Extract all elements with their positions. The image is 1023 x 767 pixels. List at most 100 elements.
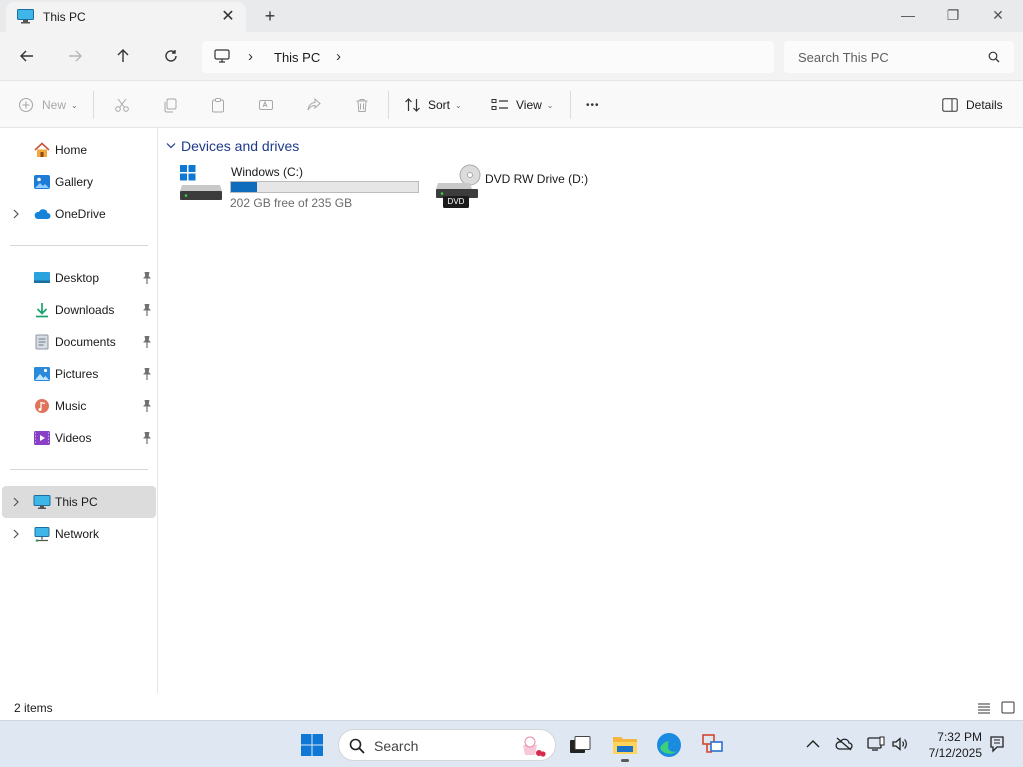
sidebar-item-onedrive[interactable]: OneDrive [2, 198, 156, 230]
taskbar-search[interactable]: Search [338, 729, 556, 761]
sort-button[interactable]: Sort ⌄ [404, 93, 462, 117]
pictures-icon [34, 367, 50, 381]
copy-button[interactable] [162, 93, 178, 117]
tab-this-pc[interactable]: This PC ✕ [6, 2, 246, 32]
toolbar-divider [388, 91, 389, 119]
sidebar-item-videos[interactable]: Videos [2, 422, 156, 454]
sidebar-item-desktop[interactable]: Desktop [2, 262, 156, 294]
sidebar-item-label: Downloads [55, 303, 115, 317]
new-label: New [42, 98, 67, 112]
status-bar: 2 items [0, 693, 1023, 720]
clock-time[interactable]: 7:32 PM [930, 730, 982, 744]
search-input[interactable]: Search This PC [798, 50, 889, 65]
trash-icon [356, 99, 368, 112]
close-tab-icon[interactable]: ✕ [218, 7, 238, 27]
view-button[interactable]: View ⌄ [491, 93, 554, 117]
maximize-button[interactable]: ❐ [935, 4, 971, 26]
taskbar-search-input[interactable]: Search [374, 738, 418, 754]
videos-icon [34, 431, 50, 445]
sidebar-item-music[interactable]: Music [2, 390, 156, 422]
drive-item-d[interactable]: DVD DVD RW Drive (D:) [433, 164, 593, 210]
command-bar: New ⌄ Sort ⌄ View ⌄ ••• Details [0, 80, 1023, 128]
address-bar[interactable]: › This PC › [202, 41, 774, 73]
delete-button[interactable] [354, 93, 370, 117]
details-button[interactable]: Details [942, 93, 1003, 117]
onedrive-status-icon[interactable] [835, 735, 853, 753]
minimize-button[interactable]: — [890, 4, 926, 26]
sidebar-item-pictures[interactable]: Pictures [2, 358, 156, 390]
back-button[interactable] [13, 42, 41, 70]
sidebar-item-home[interactable]: Home [2, 134, 156, 166]
rename-button[interactable] [258, 93, 274, 117]
tab-title: This PC [43, 10, 86, 24]
running-indicator [621, 759, 629, 762]
copy-icon [164, 98, 177, 113]
documents-icon [35, 334, 49, 350]
file-explorer-taskbar-button[interactable] [609, 729, 641, 762]
chevron-right-icon[interactable] [11, 208, 21, 220]
close-window-button[interactable]: ✕ [980, 4, 1016, 26]
large-icons-view-icon[interactable] [1001, 701, 1015, 714]
group-header-devices-and-drives[interactable]: Devices and drives [181, 138, 299, 154]
sidebar-item-downloads[interactable]: Downloads [2, 294, 156, 326]
gallery-icon [34, 175, 50, 189]
view-icon [491, 99, 508, 110]
search-box[interactable]: Search This PC [784, 41, 1014, 73]
item-count: 2 items [14, 701, 53, 715]
sidebar-item-label: Desktop [55, 271, 100, 285]
cut-button[interactable] [114, 93, 130, 117]
sidebar-item-label: Network [55, 527, 100, 541]
clock-date[interactable]: 7/12/2025 [918, 746, 982, 760]
sidebar-item-network[interactable]: Network [2, 518, 156, 550]
volume-icon[interactable] [891, 735, 909, 753]
sidebar-item-label: Gallery [55, 175, 94, 189]
sidebar-item-label: Documents [55, 335, 116, 349]
pin-icon[interactable] [141, 399, 153, 413]
onedrive-icon [34, 209, 51, 219]
chevron-down-icon: ⌄ [71, 100, 78, 110]
chevron-down-icon: ⌄ [546, 100, 554, 110]
share-button[interactable] [306, 93, 322, 117]
breadcrumb-chevron-icon[interactable]: › [336, 48, 341, 65]
refresh-button[interactable] [157, 42, 185, 70]
sidebar-divider [10, 469, 148, 470]
chevron-right-icon[interactable] [11, 528, 21, 540]
windows-logo-icon [301, 734, 323, 756]
sidebar-item-gallery[interactable]: Gallery [2, 166, 156, 198]
chevron-right-icon[interactable] [11, 496, 21, 508]
app-taskbar-button[interactable] [697, 729, 729, 761]
network-status-icon[interactable] [867, 735, 885, 753]
computer-icon [214, 49, 230, 63]
clipboard-icon [212, 98, 224, 113]
new-button[interactable]: New ⌄ [18, 93, 78, 117]
up-button[interactable] [109, 42, 137, 70]
sidebar-item-this-pc[interactable]: This PC [2, 486, 156, 518]
sidebar-divider [10, 245, 148, 246]
new-tab-button[interactable]: + [260, 6, 280, 26]
refresh-icon [165, 50, 177, 62]
details-pane-icon [942, 98, 958, 112]
pin-icon[interactable] [141, 271, 153, 285]
details-view-icon[interactable] [977, 702, 991, 714]
file-list-area: Devices and drives Windows (C:) 202 GB f… [159, 128, 1023, 693]
drive-name: DVD RW Drive (D:) [485, 172, 589, 186]
sidebar-item-documents[interactable]: Documents [2, 326, 156, 358]
pin-icon[interactable] [141, 431, 153, 445]
notifications-icon[interactable] [988, 735, 1006, 753]
sidebar-item-label: This PC [55, 495, 98, 509]
pin-icon[interactable] [141, 303, 153, 317]
paste-button[interactable] [210, 93, 226, 117]
pin-icon[interactable] [141, 335, 153, 349]
more-options-button[interactable]: ••• [586, 93, 600, 117]
breadcrumb-this-pc[interactable]: This PC [274, 50, 320, 65]
forward-button[interactable] [61, 42, 89, 70]
chevron-down-icon[interactable] [166, 142, 176, 150]
title-bar: This PC ✕ + — ❐ ✕ [0, 0, 1023, 32]
taskbar: Search 7:32 PM 7/12/2025 [0, 720, 1023, 767]
pin-icon[interactable] [141, 367, 153, 381]
toolbar-divider [93, 91, 94, 119]
start-button[interactable] [296, 729, 328, 761]
task-view-button[interactable] [564, 729, 596, 761]
edge-taskbar-button[interactable] [653, 729, 685, 761]
show-hidden-icons-chevron[interactable] [806, 739, 820, 749]
